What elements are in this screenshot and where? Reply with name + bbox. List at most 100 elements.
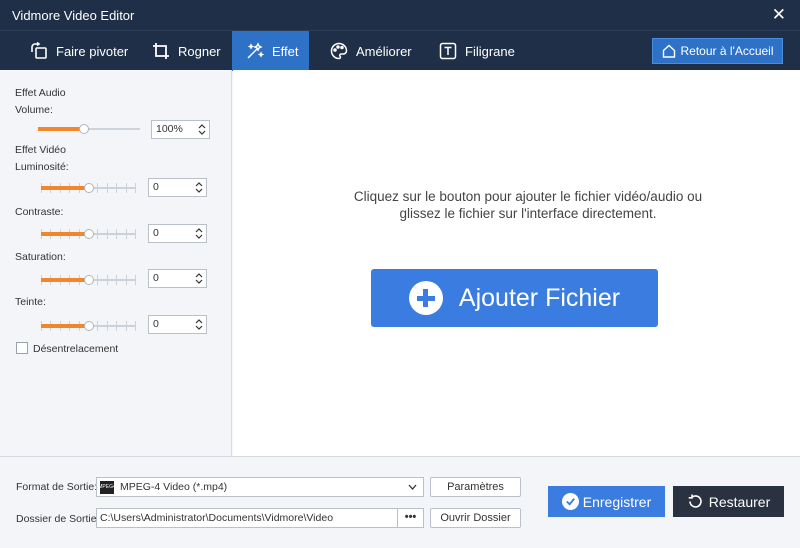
slider-tick bbox=[125, 183, 127, 193]
volume-label: Volume: bbox=[15, 104, 53, 116]
slider-tick bbox=[106, 183, 108, 193]
brightness-slider[interactable] bbox=[41, 183, 136, 193]
saturation-spinbox[interactable]: 0 bbox=[148, 269, 207, 288]
spin-arrows-icon[interactable] bbox=[198, 123, 206, 136]
video-section-title: Effet Vidéo bbox=[15, 144, 66, 156]
slider-tick bbox=[106, 275, 108, 285]
slider-tick bbox=[125, 229, 127, 239]
output-bar: Format de Sortie: MPEG4 MPEG-4 Video (*.… bbox=[0, 456, 800, 548]
tab-watermark[interactable]: Filigrane bbox=[425, 31, 529, 71]
slider-tick bbox=[97, 183, 99, 193]
format-value: MPEG-4 Video (*.mp4) bbox=[120, 481, 228, 493]
saturation-slider[interactable] bbox=[41, 275, 136, 285]
restore-label: Restaurer bbox=[708, 493, 771, 510]
window-title: Vidmore Video Editor bbox=[12, 8, 135, 23]
tab-crop-label: Rogner bbox=[178, 43, 221, 59]
spin-arrows-icon[interactable] bbox=[195, 272, 203, 285]
slider-tick bbox=[125, 275, 127, 285]
tab-watermark-label: Filigrane bbox=[465, 43, 515, 59]
output-folder-field[interactable]: C:\Users\Administrator\Documents\Vidmore… bbox=[96, 508, 398, 528]
hue-spinbox[interactable]: 0 bbox=[148, 315, 207, 334]
drop-zone[interactable]: Cliquez sur le bouton pour ajouter le fi… bbox=[233, 70, 800, 456]
home-button-label: Retour à l'Accueil bbox=[680, 44, 774, 58]
chevron-down-icon bbox=[408, 484, 417, 490]
slider-tick bbox=[116, 321, 118, 331]
brightness-spinbox[interactable]: 0 bbox=[148, 178, 207, 197]
volume-spinbox[interactable]: 100% bbox=[151, 120, 210, 139]
title-bar: Vidmore Video Editor ✕ bbox=[0, 0, 800, 30]
spin-arrows-icon[interactable] bbox=[195, 318, 203, 331]
mp4-format-icon: MPEG4 bbox=[98, 480, 116, 494]
tab-crop[interactable]: Rogner bbox=[138, 31, 235, 71]
slider-tick bbox=[97, 275, 99, 285]
home-button[interactable]: Retour à l'Accueil bbox=[652, 38, 783, 64]
slider-knob[interactable] bbox=[83, 321, 94, 331]
spin-arrows-icon[interactable] bbox=[195, 181, 203, 194]
slider-fill bbox=[41, 324, 89, 328]
contrast-spinbox[interactable]: 0 bbox=[148, 224, 207, 243]
tab-rotate-label: Faire pivoter bbox=[56, 43, 129, 59]
add-file-button[interactable]: Ajouter Fichier bbox=[371, 269, 658, 327]
palette-icon bbox=[330, 42, 348, 60]
contrast-label: Contraste: bbox=[15, 206, 64, 218]
folder-label: Dossier de Sortie: bbox=[16, 513, 100, 525]
effects-panel: Effet Audio Volume: 100% Effet Vidéo Lum… bbox=[0, 70, 232, 456]
restore-icon bbox=[688, 494, 702, 508]
magic-wand-icon bbox=[246, 42, 264, 60]
toolbar: Faire pivoter Rogner Effet Améliorer Fil… bbox=[0, 30, 800, 71]
browse-button[interactable]: ••• bbox=[397, 508, 424, 528]
save-button[interactable]: Enregistrer bbox=[548, 486, 665, 517]
slider-fill bbox=[38, 127, 84, 131]
tab-enhance-label: Améliorer bbox=[356, 43, 412, 59]
hue-label: Teinte: bbox=[15, 296, 46, 308]
tab-effect-label: Effet bbox=[272, 43, 299, 59]
tab-effect[interactable]: Effet bbox=[232, 31, 309, 71]
slider-tick bbox=[116, 275, 118, 285]
hue-value: 0 bbox=[153, 318, 159, 330]
slider-tick bbox=[135, 275, 136, 285]
brightness-label: Luminosité: bbox=[15, 161, 69, 173]
deinterlace-label: Désentrelacement bbox=[33, 343, 119, 355]
slider-knob[interactable] bbox=[83, 183, 94, 193]
saturation-value: 0 bbox=[153, 272, 159, 284]
audio-section-title: Effet Audio bbox=[15, 87, 66, 99]
slider-fill bbox=[41, 186, 89, 190]
slider-tick bbox=[135, 183, 136, 193]
save-label: Enregistrer bbox=[582, 493, 652, 510]
tab-rotate[interactable]: Faire pivoter bbox=[16, 31, 142, 71]
tab-enhance[interactable]: Améliorer bbox=[316, 31, 426, 71]
close-icon[interactable]: ✕ bbox=[772, 5, 786, 25]
format-select[interactable]: MPEG4 MPEG-4 Video (*.mp4) bbox=[96, 477, 424, 497]
slider-knob[interactable] bbox=[83, 229, 94, 239]
restore-button[interactable]: Restaurer bbox=[673, 486, 784, 517]
volume-value: 100% bbox=[156, 123, 183, 135]
slider-knob[interactable] bbox=[78, 124, 89, 134]
hue-slider[interactable] bbox=[41, 321, 136, 331]
deinterlace-checkbox[interactable] bbox=[16, 342, 28, 354]
saturation-label: Saturation: bbox=[15, 251, 66, 263]
slider-tick bbox=[97, 321, 99, 331]
slider-fill bbox=[41, 278, 89, 282]
home-icon bbox=[662, 44, 675, 58]
settings-button[interactable]: Paramètres bbox=[430, 477, 521, 497]
crop-icon bbox=[152, 42, 170, 60]
open-folder-button[interactable]: Ouvrir Dossier bbox=[430, 508, 521, 528]
contrast-slider[interactable] bbox=[41, 229, 136, 239]
slider-fill bbox=[41, 232, 89, 236]
plus-circle-icon bbox=[408, 281, 443, 315]
brightness-value: 0 bbox=[153, 181, 159, 193]
slider-knob[interactable] bbox=[83, 275, 94, 285]
format-label: Format de Sortie: bbox=[16, 481, 98, 493]
check-circle-icon bbox=[561, 493, 579, 510]
drop-zone-message: Cliquez sur le bouton pour ajouter le fi… bbox=[353, 189, 703, 221]
contrast-value: 0 bbox=[153, 227, 159, 239]
slider-tick bbox=[135, 321, 136, 331]
slider-tick bbox=[116, 229, 118, 239]
slider-tick bbox=[106, 229, 108, 239]
rotate-icon bbox=[30, 42, 48, 60]
spin-arrows-icon[interactable] bbox=[195, 227, 203, 240]
add-file-label: Ajouter Fichier bbox=[458, 283, 621, 312]
slider-tick bbox=[97, 229, 99, 239]
slider-tick bbox=[106, 321, 108, 331]
volume-slider[interactable] bbox=[38, 124, 140, 134]
